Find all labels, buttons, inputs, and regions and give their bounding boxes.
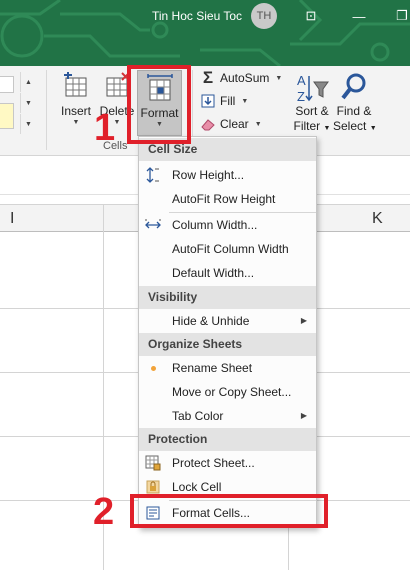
chevron-down-icon: ▼: [275, 74, 283, 82]
step-2-label: 2: [93, 491, 115, 533]
clear-button[interactable]: Clear ▼: [200, 114, 262, 134]
avatar[interactable]: TH: [251, 3, 277, 29]
gallery-up-icon[interactable]: ▲: [20, 72, 36, 92]
fill-down-icon: [200, 93, 216, 109]
title-bar: Tin Hoc Sieu Toc TH ⊡ — ❐: [0, 0, 410, 66]
menu-item-column-width[interactable]: Column Width...: [139, 213, 316, 237]
autosum-label: AutoSum: [220, 71, 270, 85]
section-visibility: Visibility: [139, 286, 316, 309]
gallery-more-icon[interactable]: ▼: [20, 114, 36, 134]
sort-filter-button[interactable]: A Z Sort & Filter ▼: [289, 72, 335, 136]
section-organize-sheets: Organize Sheets: [139, 333, 316, 356]
cell-style-swatch[interactable]: [0, 76, 14, 93]
find-select-button[interactable]: Find & Select ▼: [333, 72, 377, 136]
menu-item-rename-sheet[interactable]: Rename Sheet: [139, 356, 316, 380]
chevron-down-icon: ▼: [241, 97, 249, 105]
menu-item-hide-unhide[interactable]: Hide & Unhide ▶: [139, 309, 316, 333]
autosum-button[interactable]: Σ AutoSum ▼: [200, 68, 282, 88]
ribbon-display-options-icon[interactable]: ⊡: [301, 6, 321, 26]
chevron-down-icon: ▼: [369, 125, 377, 132]
column-header-k[interactable]: K: [372, 210, 383, 228]
find-select-label-1: Find &: [336, 104, 372, 118]
submenu-arrow-icon: ▶: [300, 411, 307, 420]
format-dropdown-menu: Cell Size Row Height... AutoFit Row Heig…: [138, 136, 317, 528]
insert-cells-icon: [64, 72, 87, 97]
cell-style-swatch-yellow[interactable]: [0, 103, 14, 129]
chevron-down-icon: ▼: [323, 125, 331, 132]
gallery-down-icon[interactable]: ▼: [20, 93, 36, 113]
eraser-icon: [200, 116, 216, 132]
lock-icon: [144, 479, 162, 495]
step-1-highlight: [127, 65, 191, 144]
rename-sheet-label: Rename Sheet: [172, 361, 253, 375]
bullet-dot-icon: [144, 360, 162, 376]
default-width-label: Default Width...: [172, 266, 255, 280]
chevron-down-icon: ▼: [72, 119, 80, 126]
menu-item-autofit-column-width[interactable]: AutoFit Column Width: [139, 237, 316, 261]
section-protection: Protection: [139, 428, 316, 451]
clear-label: Clear: [220, 117, 249, 131]
insert-button[interactable]: Insert ▼: [58, 72, 94, 127]
svg-text:Z: Z: [297, 89, 305, 104]
magnifier-icon: [341, 73, 366, 100]
tab-color-label: Tab Color: [172, 409, 224, 423]
menu-item-move-copy-sheet[interactable]: Move or Copy Sheet...: [139, 380, 316, 404]
sort-filter-icon: A Z: [297, 73, 329, 104]
menu-item-tab-color[interactable]: Tab Color ▶: [139, 404, 316, 428]
protect-sheet-label: Protect Sheet...: [172, 456, 255, 470]
chevron-down-icon: ▼: [254, 120, 262, 128]
move-copy-sheet-label: Move or Copy Sheet...: [172, 385, 292, 399]
sort-filter-label-1: Sort &: [295, 104, 329, 118]
row-height-label: Row Height...: [172, 168, 245, 182]
sigma-icon: Σ: [202, 68, 214, 87]
autofit-row-height-label: AutoFit Row Height: [172, 192, 276, 206]
submenu-arrow-icon: ▶: [300, 316, 307, 325]
hide-unhide-label: Hide & Unhide: [172, 314, 250, 328]
step-2-highlight: [130, 494, 328, 528]
menu-item-protect-sheet[interactable]: Protect Sheet...: [139, 451, 316, 475]
menu-item-default-width[interactable]: Default Width...: [139, 261, 316, 285]
column-header-i[interactable]: I: [10, 210, 14, 228]
column-width-label: Column Width...: [172, 218, 258, 232]
find-select-label-2: Select: [333, 119, 367, 133]
lock-cell-label: Lock Cell: [172, 480, 222, 494]
group-divider: [46, 70, 47, 150]
fill-button[interactable]: Fill ▼: [200, 91, 248, 111]
user-name: Tin Hoc Sieu Toc: [152, 9, 243, 23]
sort-filter-label-2: Filter: [293, 119, 321, 133]
minimize-icon[interactable]: —: [349, 6, 369, 26]
menu-item-row-height[interactable]: Row Height...: [139, 163, 316, 187]
svg-text:A: A: [297, 73, 306, 88]
autofit-column-width-label: AutoFit Column Width: [172, 242, 289, 256]
restore-icon[interactable]: ❐: [392, 6, 410, 26]
protect-sheet-icon: [144, 455, 162, 471]
column-width-icon: [144, 217, 162, 233]
menu-item-autofit-row-height[interactable]: AutoFit Row Height: [139, 187, 316, 211]
fill-label: Fill: [220, 94, 236, 108]
step-1-label: 1: [94, 107, 116, 149]
row-height-icon: [144, 167, 162, 183]
insert-label: Insert: [60, 104, 91, 118]
